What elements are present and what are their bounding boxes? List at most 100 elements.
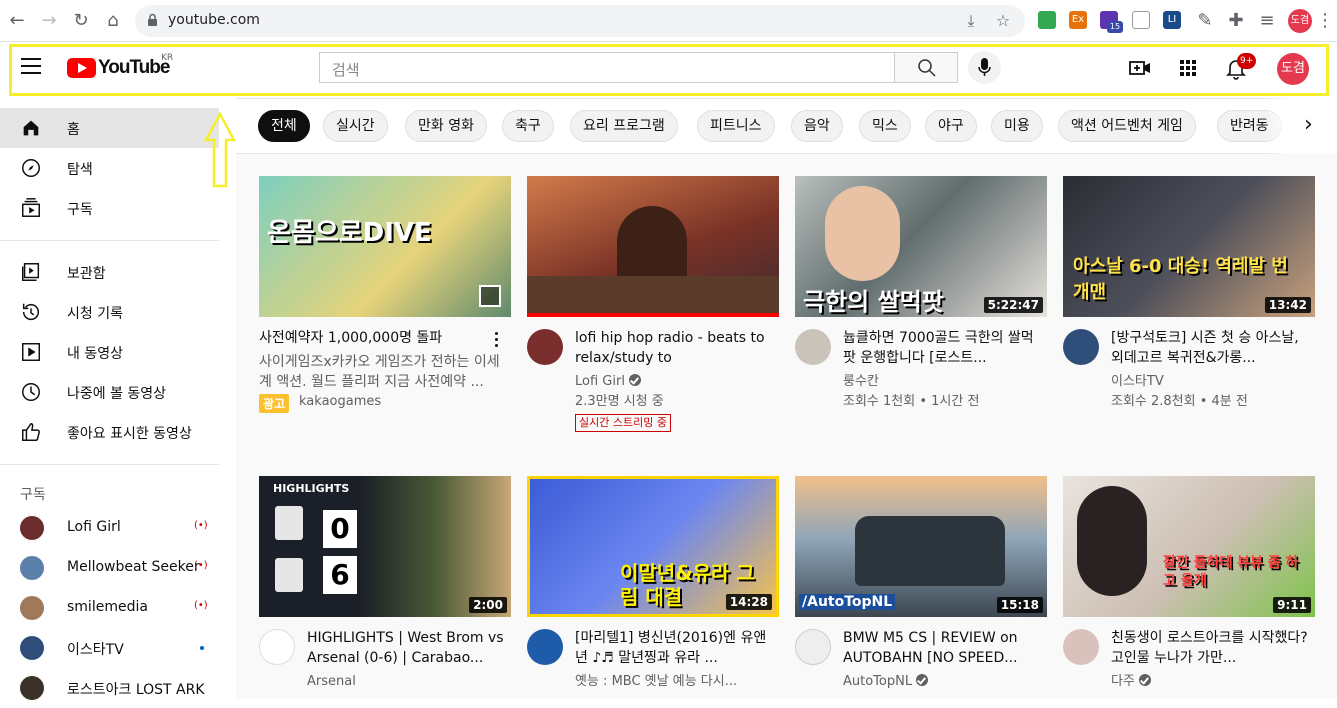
video-duration: 9:11 [1273,597,1311,613]
video-thumbnail[interactable]: HIGHLIGHTS 0 6 2:00 [259,476,511,617]
forward-icon[interactable]: → [38,10,60,32]
channel-name[interactable]: AutoTopNL [843,674,912,689]
sidebar-item-history[interactable]: 시청 기록 [0,292,219,332]
video-title[interactable]: 친동생이 로스트아크를 시작했다? 고인물 누나가 가만... [1111,628,1311,668]
channel-row[interactable]: AutoTopNL [843,672,929,692]
extensions-puzzle-icon[interactable]: ✚ [1225,10,1247,32]
chip-all[interactable]: 전체 [258,110,310,142]
create-video-icon[interactable] [1128,56,1152,80]
video-title[interactable]: [마리텔1] 병신년(2016)엔 유앤년 ♪♬ 말년찡과 유라 ... [575,628,775,668]
video-card[interactable]: 아스날 6-0 대승! 역레발 번개맨 13:42 [방구석토크] 시즌 첫 승… [1063,176,1315,426]
channel-avatar[interactable] [1063,329,1099,365]
channel-avatar[interactable] [1063,629,1099,665]
team-crest-icon [275,558,303,592]
install-icon[interactable]: ⤓ [961,11,981,31]
channel-avatar[interactable] [795,329,831,365]
channel-name[interactable]: 다주 [1111,674,1135,689]
thumbnail-face [825,186,900,281]
browser-profile-avatar[interactable]: 도겸 [1288,9,1312,33]
subscription-item[interactable]: 로스트아크 LOST ARK [0,668,219,708]
more-actions-icon[interactable] [495,332,499,348]
video-card[interactable]: /AutoTopNL 15:18 BMW M5 CS | REVIEW on A… [795,476,1047,699]
chip-cooking[interactable]: 요리 프로그램 [570,110,678,142]
sidebar-item-explore[interactable]: 탐색 [0,148,219,188]
sidebar-item-liked-videos[interactable]: 좋아요 표시한 동영상 [0,412,219,452]
back-icon[interactable]: ← [6,10,28,32]
sidebar-item-home[interactable]: 홈 [0,108,219,148]
video-thumbnail[interactable] [527,176,779,317]
sidebar-item-library[interactable]: 보관함 [0,252,219,292]
chip-beauty[interactable]: 미용 [991,110,1043,142]
video-card[interactable]: 이말년&유라 그림 대결 14:28 [마리텔1] 병신년(2016)엔 유앤년… [527,476,779,699]
voice-search-button[interactable] [968,51,1001,84]
menu-icon[interactable] [21,58,41,74]
video-title[interactable]: HIGHLIGHTS | West Brom vs Arsenal (0-6) … [307,628,507,668]
channel-row[interactable]: 다주 [1111,672,1151,692]
channel-avatar[interactable] [527,629,563,665]
chip-baseball[interactable]: 야구 [925,110,977,142]
reading-list-icon[interactable]: ≡ [1256,10,1278,32]
video-thumbnail[interactable]: 아스날 6-0 대승! 역레발 번개맨 13:42 [1063,176,1315,317]
video-thumbnail[interactable]: /AutoTopNL 15:18 [795,476,1047,617]
video-card[interactable]: lofi hip hop radio - beats to relax/stud… [527,176,779,446]
channel-avatar[interactable] [795,629,831,665]
search-input[interactable]: 검색 [319,52,895,83]
chip-music[interactable]: 음악 [791,110,843,142]
chips-next-button[interactable]: › [1264,98,1337,154]
chip-animation[interactable]: 만화 영화 [405,110,487,142]
subscription-item[interactable]: smilemedia (•) [0,588,219,628]
channel-avatar[interactable] [259,629,295,665]
url-text[interactable]: youtube.com [168,12,260,28]
channel-name[interactable]: kakaogames [299,392,381,412]
video-title[interactable]: [방구석토크] 시즌 첫 승 아스날, 외데고르 복귀전&가롱... [1111,328,1311,368]
video-thumbnail[interactable]: 이말년&유라 그림 대결 14:28 [527,476,779,617]
channel-row[interactable]: Lofi Girl [575,372,641,392]
channel-name[interactable]: 이스타TV [1111,372,1164,392]
video-card[interactable]: 온몸으로DIVE 사전예약자 1,000,000명 돌파 사이게임즈x카카오 게… [259,176,511,426]
video-thumbnail[interactable]: 잘깐 돌하테 뷰뷰 좀 하고 올게 9:11 [1063,476,1315,617]
live-indicator-icon: (•) [194,560,208,571]
home-browser-icon[interactable]: ⌂ [102,10,124,32]
search-button[interactable] [894,52,958,83]
subscription-item[interactable]: 이스타TV [0,628,219,668]
extension-ex-icon[interactable]: Ex [1069,11,1087,29]
video-title[interactable]: lofi hip hop radio - beats to relax/stud… [575,328,775,368]
channel-avatar[interactable] [527,329,563,365]
browser-menu-icon[interactable]: ⋮ [1314,10,1336,32]
chip-action-adventure[interactable]: 액션 어드벤처 게임 [1058,110,1196,142]
chip-mixes[interactable]: 믹스 [859,110,911,142]
sidebar-item-subscriptions[interactable]: 구독 [0,188,219,228]
channel-name[interactable]: Lofi Girl [575,374,625,389]
video-card[interactable]: 잘깐 돌하테 뷰뷰 좀 하고 올게 9:11 친동생이 로스트아크를 시작했다?… [1063,476,1315,699]
channel-name[interactable]: 옛능 : MBC 옛날 예능 다시... [575,672,779,692]
thumbnail-car [855,516,1005,586]
video-title[interactable]: BMW M5 CS | REVIEW on AUTOBAHN [NO SPEED… [843,628,1043,668]
chip-soccer[interactable]: 축구 [502,110,554,142]
video-card[interactable]: 극한의 쌀먹팟 5:22:47 늅클하면 7000골드 극한의 쌀먹팟 운행합니… [795,176,1047,426]
video-thumbnail[interactable]: 온몸으로DIVE [259,176,511,317]
chip-live[interactable]: 실시간 [323,110,388,142]
eyedropper-icon[interactable]: ✎ [1194,10,1216,32]
thumbnail-text: /AutoTopNL [799,594,896,610]
video-card[interactable]: HIGHLIGHTS 0 6 2:00 HIGHLIGHTS | West Br… [259,476,511,699]
sidebar-item-your-videos[interactable]: 내 동영상 [0,332,219,372]
subscription-label: smilemedia [67,599,148,615]
chip-fitness[interactable]: 피트니스 [697,110,775,142]
account-avatar[interactable]: 도겸 [1277,53,1309,85]
channel-name[interactable]: 룽수칸 [843,372,879,392]
sidebar-item-watch-later[interactable]: 나중에 볼 동영상 [0,372,219,412]
reload-icon[interactable]: ↻ [70,10,92,32]
extension-li-icon[interactable]: LI [1163,11,1181,29]
external-link-icon[interactable] [479,285,501,307]
extension-note-icon[interactable] [1132,11,1150,29]
bookmark-star-icon[interactable]: ☆ [993,11,1013,31]
extension-icon[interactable] [1038,11,1056,29]
address-bar[interactable]: youtube.com ⤓ ☆ [135,5,1025,37]
youtube-logo[interactable]: YouTube KR [67,53,173,79]
apps-grid-icon[interactable] [1176,56,1200,80]
video-title[interactable]: 늅클하면 7000골드 극한의 쌀먹팟 운행합니다 [로스트... [843,328,1043,368]
video-thumbnail[interactable]: 극한의 쌀먹팟 5:22:47 [795,176,1047,317]
channel-name[interactable]: Arsenal [307,672,356,692]
subscription-item[interactable]: Mellowbeat Seeker (•) [0,548,219,588]
subscription-item[interactable]: Lofi Girl (•) [0,508,219,548]
